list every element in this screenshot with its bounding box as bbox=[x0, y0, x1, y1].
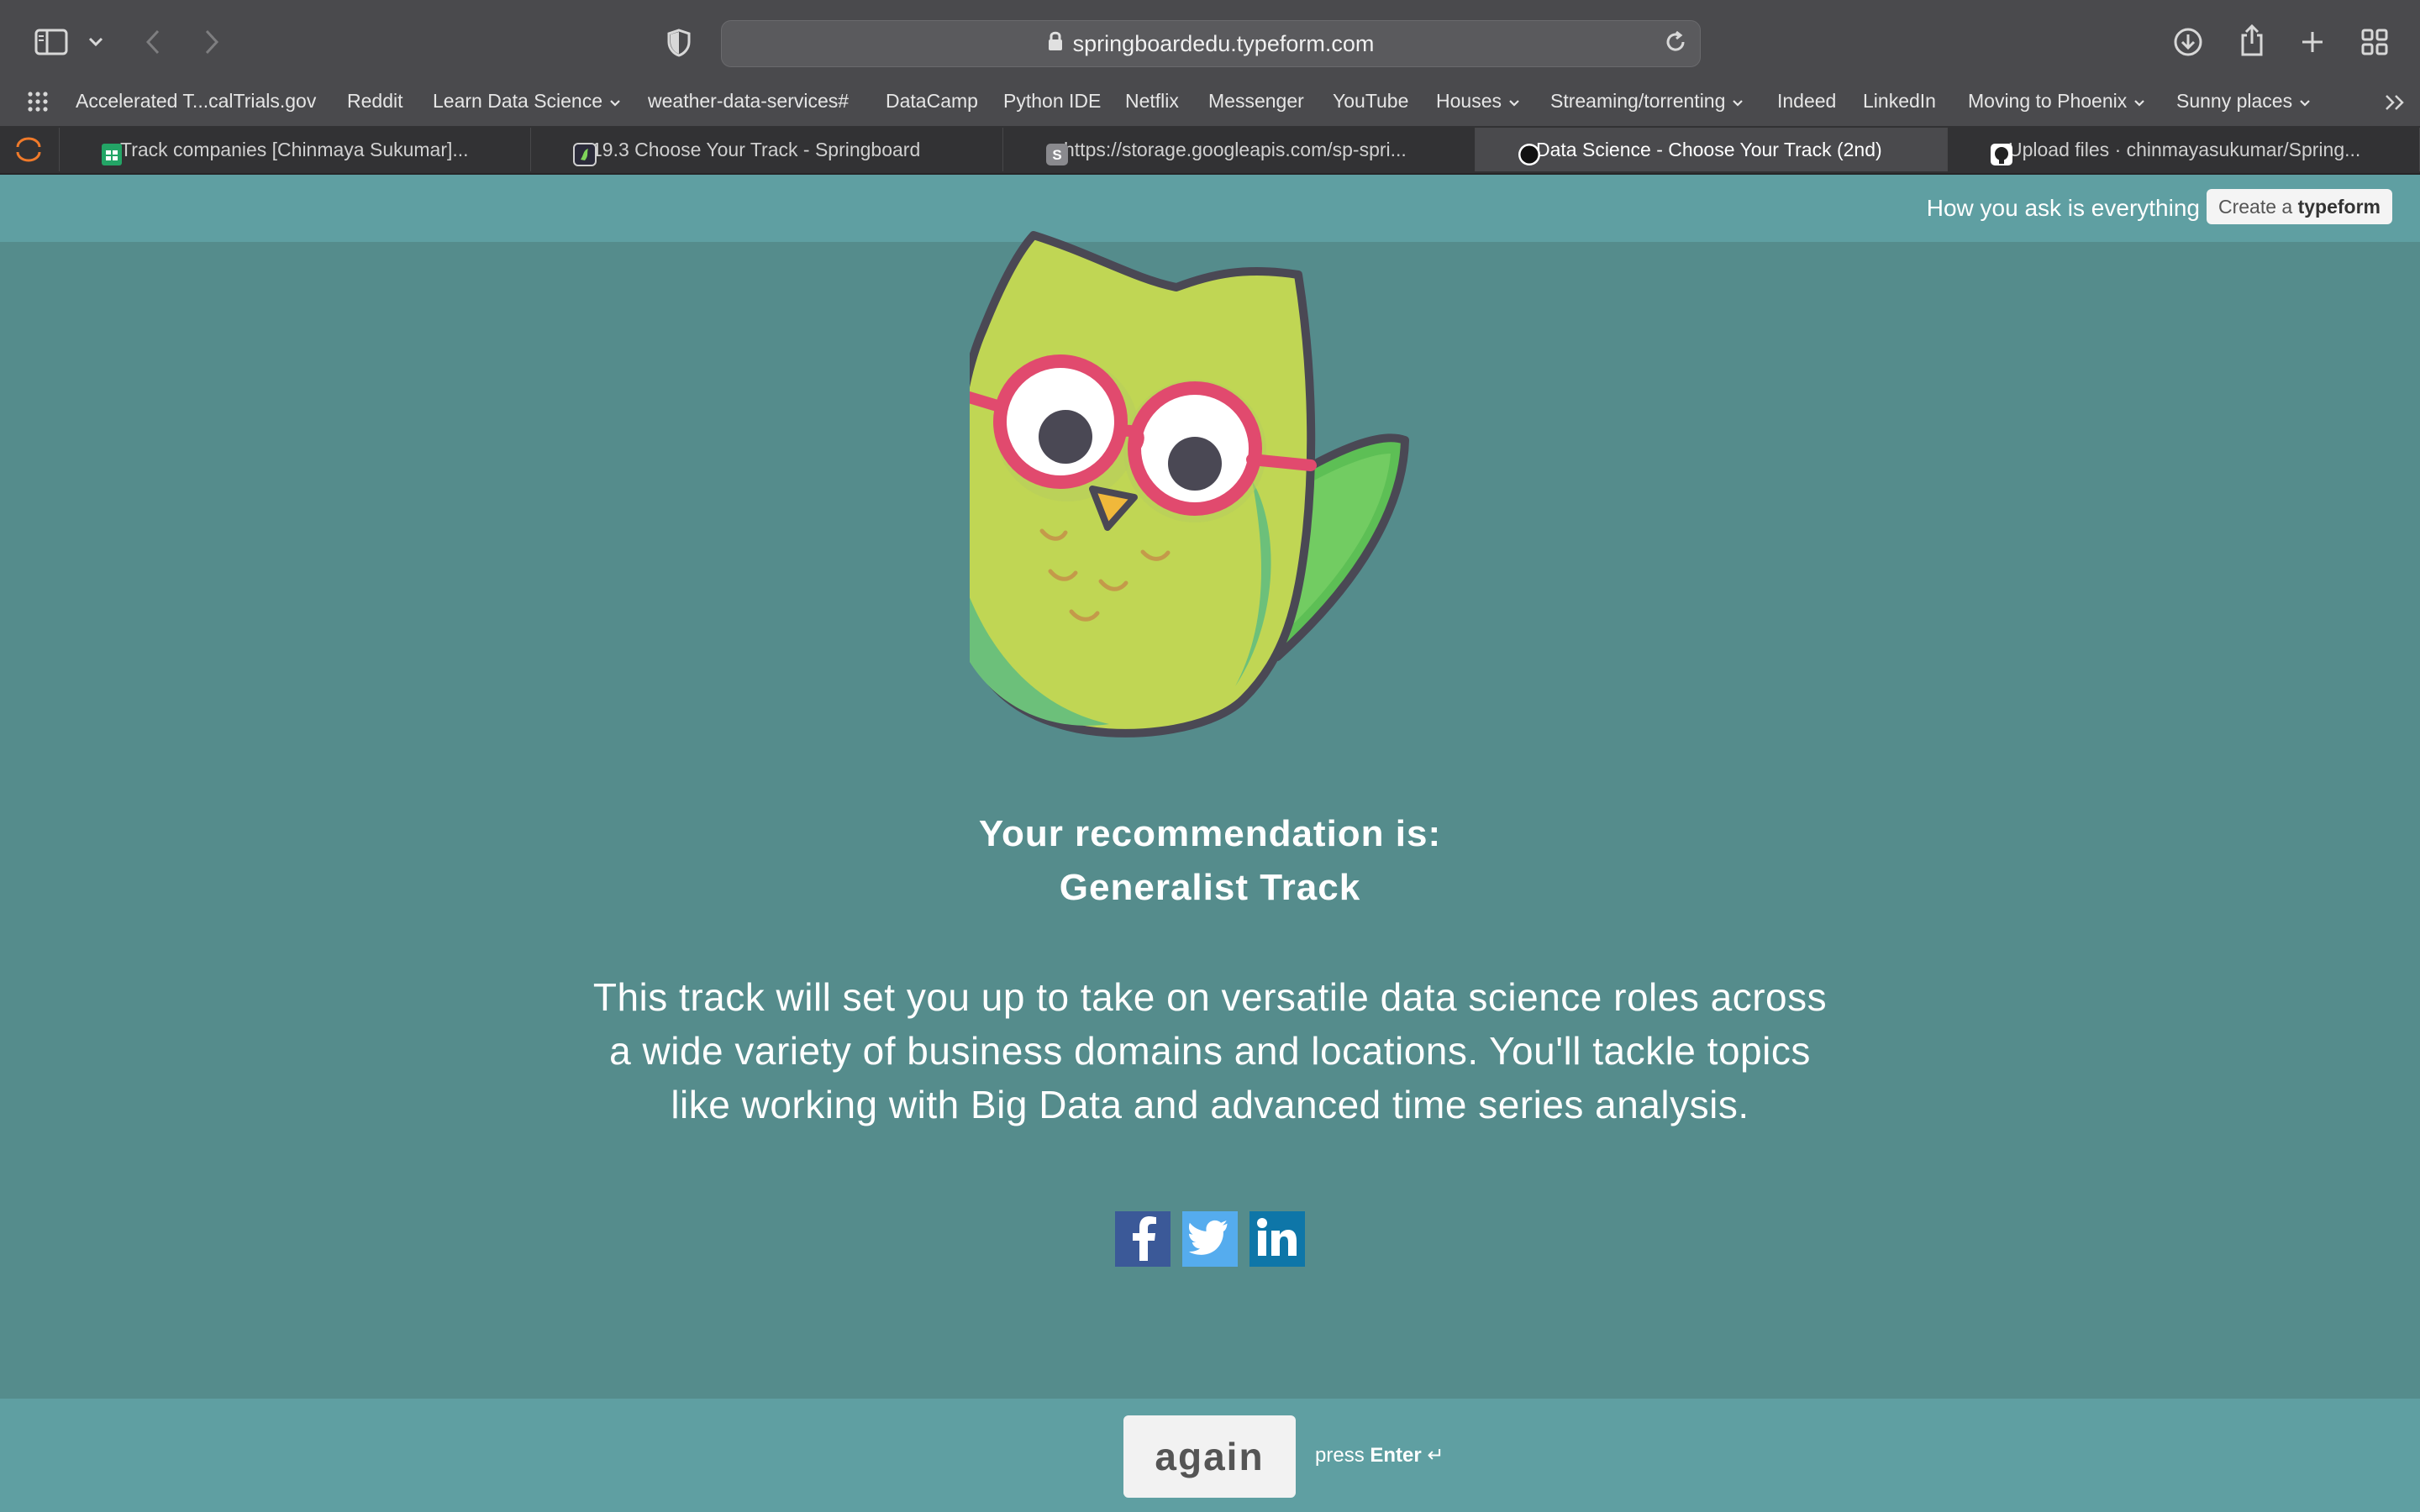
browser-tab[interactable]: Shttps://storage.googleapis.com/sp-spri.… bbox=[1003, 128, 1476, 171]
bookmark-label: LinkedIn bbox=[1863, 90, 1936, 112]
loading-spinner-icon bbox=[12, 134, 45, 165]
bookmark-label: Learn Data Science bbox=[433, 90, 603, 112]
bookmark-label: Python IDE bbox=[1003, 90, 1102, 112]
sheets-icon bbox=[100, 138, 124, 165]
lock-icon bbox=[1048, 31, 1063, 57]
chevron-down-icon bbox=[609, 89, 621, 116]
chevron-down-icon bbox=[1732, 89, 1744, 116]
bookmark-label: weather-data-services# bbox=[648, 90, 850, 112]
recommended-track-title: Generalist Track bbox=[1059, 867, 1361, 908]
bookmark-label: Accelerated T...calTrials.gov bbox=[76, 90, 317, 112]
press-enter-hint: press Enter ↵ bbox=[1315, 1443, 1444, 1467]
bookmark-label: Streaming/torrenting bbox=[1550, 90, 1726, 112]
bookmark-item[interactable]: Sunny places bbox=[2176, 87, 2311, 114]
bookmark-label: Moving to Phoenix bbox=[1968, 90, 2128, 112]
twitter-icon bbox=[1189, 1220, 1231, 1259]
bookmark-item[interactable]: Accelerated T...calTrials.gov bbox=[76, 87, 316, 114]
forward-arrow-icon[interactable] bbox=[198, 27, 225, 57]
twitter-share-button[interactable] bbox=[1182, 1211, 1238, 1267]
privacy-shield-icon[interactable] bbox=[664, 27, 694, 59]
track-description: This track will set you up to take on ve… bbox=[592, 975, 1828, 1126]
typeform-tagline: How you ask is everything bbox=[1926, 195, 2200, 221]
create-typeform-button[interactable]: Create a typeform bbox=[2206, 189, 2392, 224]
browser-toolbar: springboardedu.typeform.com bbox=[0, 0, 2420, 86]
sidebar-toggle-icon[interactable] bbox=[32, 25, 71, 59]
reload-icon[interactable] bbox=[1663, 29, 1688, 60]
bookmark-item[interactable]: Messenger bbox=[1208, 87, 1304, 114]
share-icon[interactable] bbox=[2235, 22, 2269, 59]
address-bar[interactable]: springboardedu.typeform.com bbox=[721, 20, 1701, 67]
enter-return-icon: ↵ bbox=[1427, 1444, 1444, 1467]
typeform-icon bbox=[1518, 138, 1541, 165]
bookmark-item[interactable]: Houses bbox=[1436, 87, 1520, 114]
press-prefix: press bbox=[1315, 1444, 1370, 1467]
downloads-icon[interactable] bbox=[2171, 25, 2205, 59]
bookmark-item[interactable]: Streaming/torrenting bbox=[1550, 87, 1744, 114]
bookmark-label: Messenger bbox=[1208, 90, 1304, 112]
linkedin-icon bbox=[1256, 1217, 1298, 1262]
tab-title: 19.3 Choose Your Track - Springboard bbox=[592, 139, 921, 160]
tab-title: https://storage.googleapis.com/sp-spri..… bbox=[1064, 139, 1407, 160]
bookmark-item[interactable]: Indeed bbox=[1777, 87, 1836, 114]
svg-text:S: S bbox=[1052, 147, 1061, 163]
more-bookmarks-icon[interactable] bbox=[2381, 91, 2408, 114]
chevron-down-icon bbox=[2299, 89, 2311, 116]
url-text: springboardedu.typeform.com bbox=[1072, 30, 1375, 56]
bookmark-item[interactable]: weather-data-services# bbox=[648, 87, 849, 114]
bookmark-item[interactable]: DataCamp bbox=[886, 87, 978, 114]
tab-title: Track companies [Chinmaya Sukumar]... bbox=[120, 139, 469, 160]
create-brand: typeform bbox=[2297, 196, 2381, 218]
create-prefix: Create a bbox=[2217, 196, 2298, 218]
github-icon bbox=[1990, 138, 2013, 165]
recommendation-heading: Your recommendation is: bbox=[978, 813, 1442, 854]
owl-mascot-image bbox=[966, 228, 1420, 749]
s-letter-icon: S bbox=[1045, 138, 1069, 165]
bookmark-label: DataCamp bbox=[886, 90, 978, 112]
linkedin-share-button[interactable] bbox=[1249, 1211, 1305, 1267]
bookmark-item[interactable]: Learn Data Science bbox=[433, 87, 621, 114]
tab-overview-icon[interactable] bbox=[2358, 25, 2391, 59]
bookmark-item[interactable]: Moving to Phoenix bbox=[1968, 87, 2145, 114]
chevron-down-icon bbox=[2133, 89, 2145, 116]
bookmark-item[interactable]: Python IDE bbox=[1003, 87, 1101, 114]
bookmark-label: Indeed bbox=[1777, 90, 1837, 112]
browser-tab[interactable]: Track companies [Chinmaya Sukumar]... bbox=[59, 128, 531, 171]
browser-tab[interactable]: Upload files · chinmayasukumar/Spring... bbox=[1948, 128, 2420, 171]
bookmark-item[interactable]: Netflix bbox=[1125, 87, 1179, 114]
facebook-icon bbox=[1126, 1214, 1160, 1265]
apps-grid-icon[interactable] bbox=[25, 89, 50, 114]
browser-tab-active[interactable]: Data Science - Choose Your Track (2nd) bbox=[1476, 128, 1948, 171]
bookmark-label: Houses bbox=[1436, 90, 1502, 112]
bookmark-item[interactable]: YouTube bbox=[1333, 87, 1408, 114]
bookmark-label: YouTube bbox=[1333, 90, 1409, 112]
bookmark-label: Netflix bbox=[1125, 90, 1179, 112]
springboard-icon bbox=[573, 138, 597, 166]
tab-title: Data Science - Choose Your Track (2nd) bbox=[1536, 139, 1882, 160]
bookmark-item[interactable]: LinkedIn bbox=[1863, 87, 1936, 114]
bookmark-label: Sunny places bbox=[2176, 90, 2293, 112]
back-arrow-icon[interactable] bbox=[139, 27, 166, 57]
enter-key-label: Enter bbox=[1370, 1444, 1422, 1467]
facebook-share-button[interactable] bbox=[1115, 1211, 1171, 1267]
tab-title: Upload files · chinmayasukumar/Spring... bbox=[2008, 139, 2361, 160]
chevron-down-icon bbox=[1508, 89, 1520, 116]
bookmark-item[interactable]: Reddit bbox=[347, 87, 402, 114]
chevron-down-icon[interactable] bbox=[84, 30, 108, 54]
bookmark-label: Reddit bbox=[347, 90, 403, 112]
again-button[interactable]: again bbox=[1123, 1415, 1296, 1498]
new-tab-plus-icon[interactable] bbox=[2296, 25, 2329, 59]
browser-tab[interactable]: 19.3 Choose Your Track - Springboard bbox=[531, 128, 1003, 171]
